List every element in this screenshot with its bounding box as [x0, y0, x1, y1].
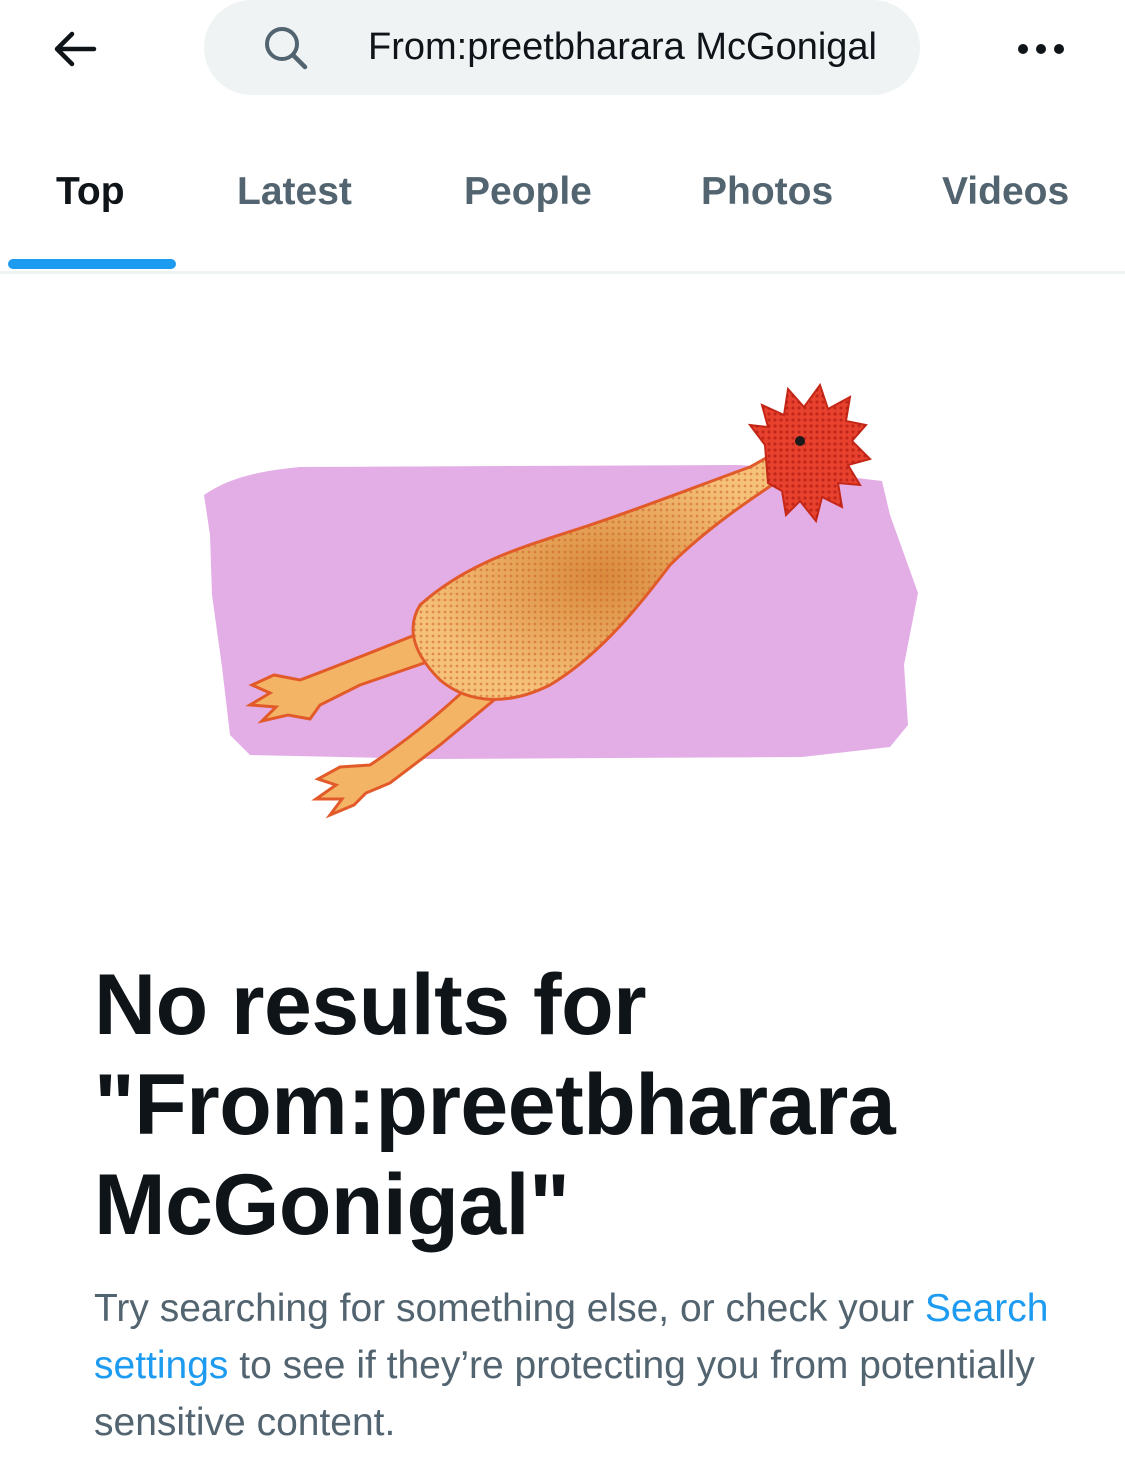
arrow-left-icon [54, 31, 97, 67]
chicken-eye [795, 436, 805, 446]
active-tab-indicator [8, 259, 176, 269]
search-icon [265, 26, 308, 69]
search-query-text: From:preetbharara McGonigal [368, 26, 877, 68]
search-results-page: From:preetbharara McGonigal Top Latest P… [0, 0, 1125, 1481]
description-text: to see if they’re protecting you from po… [94, 1344, 1035, 1444]
tab-people[interactable]: People [464, 170, 592, 214]
no-results-title: No results for "From:preetbharara McGoni… [94, 955, 1054, 1255]
no-results-title-line: McGonigal" [94, 1157, 570, 1253]
no-results-description: Try searching for something else, or che… [94, 1280, 1054, 1451]
search-input[interactable]: From:preetbharara McGonigal [204, 0, 920, 95]
tab-latest[interactable]: Latest [237, 170, 352, 214]
more-options-button[interactable] [1006, 14, 1076, 84]
tab-photos[interactable]: Photos [701, 170, 833, 214]
no-results-title-line: No results for [94, 957, 647, 1053]
description-text: Try searching for something else, or che… [94, 1287, 925, 1330]
no-results-title-line: "From:preetbharara [94, 1057, 896, 1153]
rubber-chicken-illustration [204, 382, 918, 819]
more-horizontal-icon [1018, 44, 1064, 54]
tab-top[interactable]: Top [56, 170, 125, 214]
search-tabs: Top Latest People Photos Videos [0, 130, 1125, 274]
back-button[interactable] [40, 14, 110, 84]
top-bar: From:preetbharara McGonigal [0, 0, 1125, 112]
tabs-divider [0, 271, 1125, 274]
tab-videos[interactable]: Videos [942, 170, 1069, 214]
